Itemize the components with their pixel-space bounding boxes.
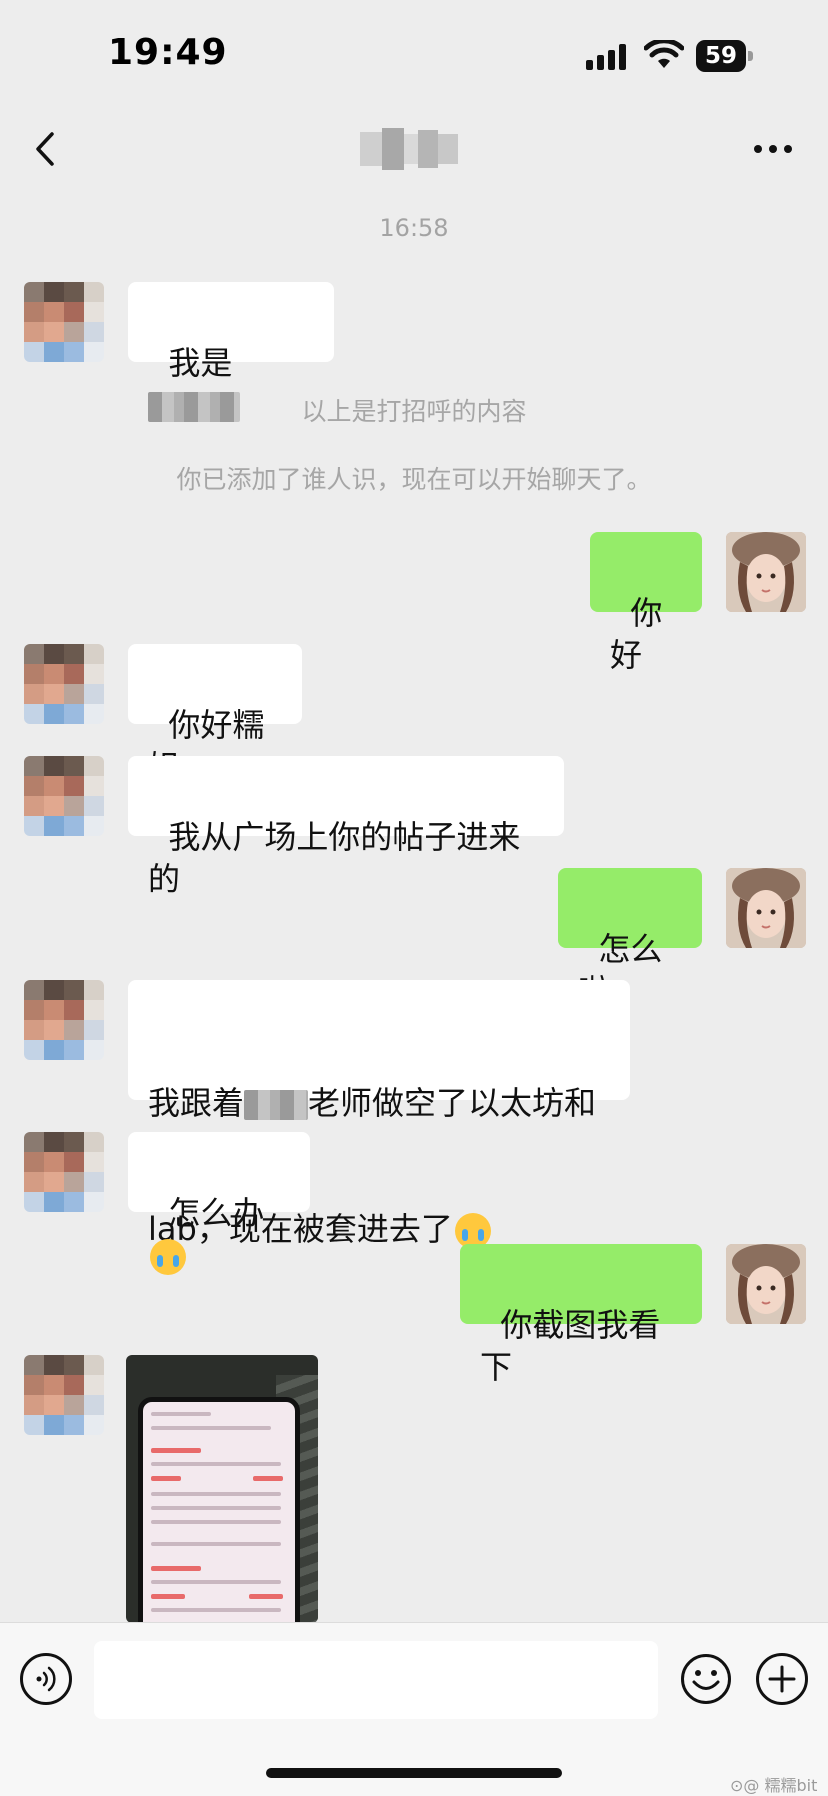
- message-text: 老师做空了以太坊和: [308, 1084, 597, 1122]
- message-text: 你好: [610, 594, 663, 674]
- contact-avatar[interactable]: [24, 756, 104, 836]
- status-bar: 19:49 59: [0, 0, 828, 110]
- system-message-greeting: 以上是打招呼的内容: [301, 397, 527, 426]
- redacted-name: [244, 1090, 309, 1120]
- watermark: ⊙@ 糯糯bit: [730, 1776, 818, 1795]
- status-time: 19:49: [108, 32, 228, 73]
- contact-avatar[interactable]: [24, 1132, 104, 1212]
- chat-timestamp: 16:58: [379, 214, 449, 242]
- message-text: 我从广场上你的帖子进来的: [148, 818, 521, 898]
- battery-level: 59: [696, 40, 746, 72]
- wifi-icon: [644, 40, 684, 68]
- contact-name-redacted: [360, 128, 460, 170]
- message-bubble-incoming[interactable]: 我跟着 老师做空了以太坊和 lab，现在被套进去了: [128, 980, 630, 1249]
- message-bubble-outgoing[interactable]: 你好: [590, 532, 702, 674]
- add-more-icon[interactable]: [756, 1653, 808, 1705]
- contact-avatar[interactable]: [24, 282, 104, 362]
- message-text: 你截图我看下: [480, 1306, 661, 1386]
- emoji-icon[interactable]: [680, 1653, 732, 1705]
- phone-screenshot-thumbnail: [138, 1397, 300, 1623]
- message-input[interactable]: [94, 1641, 658, 1719]
- message-bubble-outgoing[interactable]: 你截图我看下: [460, 1244, 702, 1386]
- image-message[interactable]: [126, 1355, 318, 1623]
- message-text: 怎么办: [168, 1194, 265, 1232]
- crying-face-icon: [150, 1239, 186, 1275]
- contact-avatar[interactable]: [24, 1355, 104, 1435]
- voice-input-icon[interactable]: [20, 1653, 72, 1705]
- my-avatar[interactable]: [726, 1244, 806, 1324]
- message-bubble-outgoing[interactable]: 怎么啦: [558, 868, 702, 1010]
- message-text: 我是: [168, 344, 233, 382]
- message-text: 我跟着: [148, 1084, 245, 1122]
- more-options-icon[interactable]: [748, 132, 798, 166]
- message-bubble-incoming[interactable]: 我是: [128, 282, 334, 422]
- cellular-signal-icon: [586, 44, 626, 70]
- contact-avatar[interactable]: [24, 644, 104, 724]
- contact-avatar[interactable]: [24, 980, 104, 1060]
- battery-icon: 59: [696, 40, 754, 72]
- my-avatar[interactable]: [726, 868, 806, 948]
- home-indicator: [266, 1768, 562, 1778]
- back-arrow-icon[interactable]: [22, 124, 72, 174]
- chat-header: [0, 110, 828, 190]
- system-message-added: 你已添加了谁人识，现在可以开始聊天了。: [176, 465, 652, 494]
- message-bubble-incoming[interactable]: 你好糯姐: [128, 644, 302, 786]
- message-bubble-incoming[interactable]: 我从广场上你的帖子进来的: [128, 756, 564, 898]
- my-avatar[interactable]: [726, 532, 806, 612]
- message-bubble-incoming[interactable]: 怎么办: [128, 1132, 310, 1275]
